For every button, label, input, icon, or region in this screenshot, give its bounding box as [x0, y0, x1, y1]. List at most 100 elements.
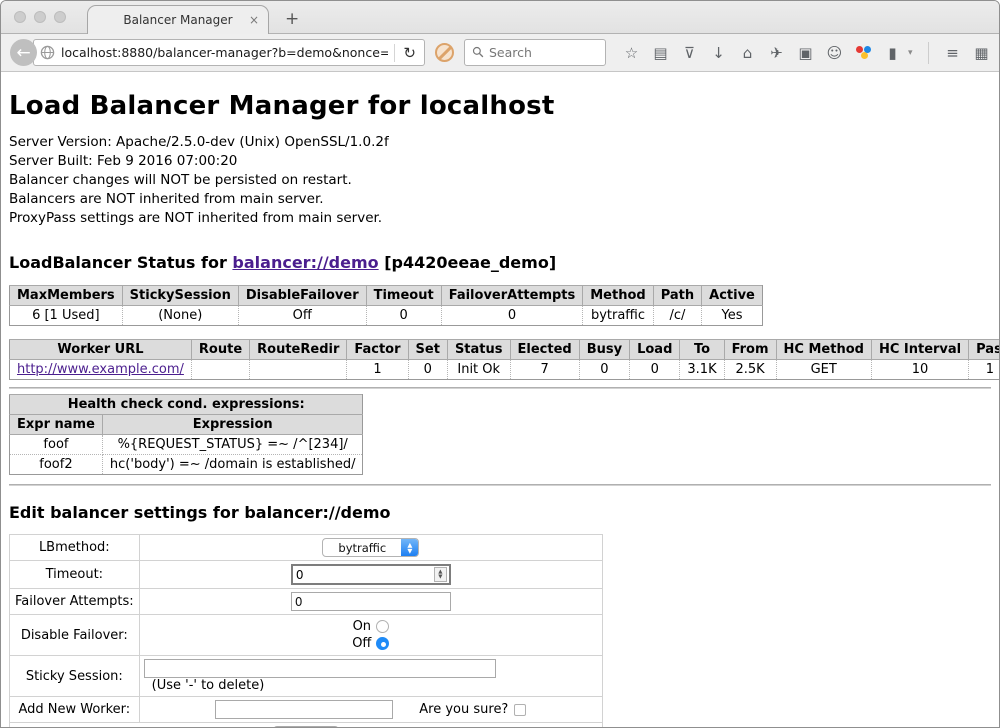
cell-expr-name: foof2	[10, 455, 103, 475]
cell-to: 3.1K	[680, 360, 724, 380]
table-header-row: Worker URL Route RouteRedir Factor Set S…	[10, 340, 1000, 360]
lbmethod-label: LBmethod:	[10, 535, 140, 561]
cell-busy: 0	[579, 360, 629, 380]
table-row: foof %{REQUEST_STATUS} =~ /^[234]/	[10, 435, 363, 455]
lbmethod-select[interactable]: bytraffic ▲▼	[322, 538, 419, 557]
loadbalancer-status-heading: LoadBalancer Status for balancer://demo …	[9, 253, 991, 272]
failover-attempts-input[interactable]	[291, 592, 451, 611]
window-close-button[interactable]	[14, 11, 26, 23]
col-load: Load	[630, 340, 680, 360]
url-input[interactable]: localhost:8880/balancer-manager?b=demo&n…	[61, 45, 388, 60]
disable-failover-on-radio[interactable]	[376, 620, 389, 633]
are-you-sure-checkbox[interactable]	[514, 704, 526, 716]
extension-colored-dots-icon[interactable]	[850, 44, 877, 62]
chat-icon[interactable]: ☺	[821, 44, 848, 62]
worker-url-link[interactable]: http://www.example.com/	[17, 362, 184, 377]
balancer-status-table: MaxMembers StickySession DisableFailover…	[9, 285, 763, 326]
save-to-device-icon[interactable]: ▣	[792, 44, 819, 62]
section-divider	[9, 484, 991, 486]
server-info: Server Version: Apache/2.5.0-dev (Unix) …	[9, 133, 991, 228]
page-title: Load Balancer Manager for localhost	[9, 91, 991, 121]
menu-icon[interactable]: ≡	[939, 44, 966, 62]
col-path: Path	[653, 286, 701, 306]
cell-hc-interval: 10	[871, 360, 968, 380]
col-busy: Busy	[579, 340, 629, 360]
col-expr-name: Expr name	[10, 415, 103, 435]
sticky-session-label: Sticky Session:	[10, 656, 140, 697]
col-expression: Expression	[102, 415, 363, 435]
disable-failover-off-radio[interactable]	[376, 637, 389, 650]
form-row-lbmethod: LBmethod: bytraffic ▲▼	[10, 535, 603, 561]
balancer-demo-link[interactable]: balancer://demo	[232, 253, 378, 272]
grid-extension-icon[interactable]: ▦	[968, 44, 995, 62]
failover-attempts-label: Failover Attempts:	[10, 589, 140, 615]
reload-icon[interactable]: ↻	[401, 44, 418, 62]
lbmethod-selected-value: bytraffic	[323, 539, 401, 556]
col-routeredir: RouteRedir	[250, 340, 347, 360]
globe-icon	[40, 45, 55, 60]
sticky-session-note: (Use '-' to delete)	[152, 678, 265, 693]
sticky-session-input[interactable]	[144, 659, 496, 678]
bookmark-star-icon[interactable]: ☆	[618, 44, 645, 62]
timeout-input[interactable]: 0 ▲▼	[291, 564, 451, 585]
form-row-submit: Submit	[10, 723, 603, 728]
url-bar[interactable]: localhost:8880/balancer-manager?b=demo&n…	[33, 39, 425, 66]
table-header-row: Expr name Expression	[10, 415, 363, 435]
send-tab-icon[interactable]: ✈	[763, 44, 790, 62]
form-row-sticky-session: Sticky Session: (Use '-' to delete)	[10, 656, 603, 697]
overflow-caret-icon[interactable]: ▾	[908, 48, 918, 58]
number-stepper-icon[interactable]: ▲▼	[434, 567, 447, 582]
window-minimize-button[interactable]	[34, 11, 46, 23]
cell-timeout: 0	[366, 306, 441, 326]
window-controls[interactable]	[14, 11, 66, 23]
col-to: To	[680, 340, 724, 360]
cell-load: 0	[630, 360, 680, 380]
timeout-value: 0	[293, 568, 434, 582]
edit-settings-heading: Edit balancer settings for balancer://de…	[9, 503, 991, 522]
window-zoom-button[interactable]	[54, 11, 66, 23]
tab-close-icon[interactable]: ×	[249, 13, 259, 27]
table-row: 6 [1 Used] (None) Off 0 0 bytraffic /c/ …	[10, 306, 763, 326]
select-arrows-icon: ▲▼	[401, 539, 418, 556]
pocket-icon[interactable]: ⊽	[676, 44, 703, 62]
browser-window: Balancer Manager × + ← localhost:8880/ba…	[0, 0, 1000, 728]
search-bar[interactable]: Search	[464, 39, 606, 66]
col-set: Set	[408, 340, 447, 360]
back-button[interactable]: ←	[10, 39, 37, 66]
cell-status: Init Ok	[447, 360, 510, 380]
notice-line: ProxyPass settings are NOT inherited fro…	[9, 209, 991, 228]
cell-stickysession: (None)	[122, 306, 238, 326]
home-icon[interactable]: ⌂	[734, 44, 761, 62]
timeout-label: Timeout:	[10, 561, 140, 589]
on-radio-label: On	[353, 619, 371, 634]
downloads-icon[interactable]: ↓	[705, 44, 732, 62]
cell-worker-url: http://www.example.com/	[10, 360, 192, 380]
col-passes: Passes	[969, 340, 999, 360]
table-header-row: MaxMembers StickySession DisableFailover…	[10, 286, 763, 306]
search-icon	[472, 43, 484, 62]
table-title-row: Health check cond. expressions:	[10, 395, 363, 415]
cell-expr-name: foof	[10, 435, 103, 455]
cell-route	[191, 360, 249, 380]
col-active: Active	[702, 286, 763, 306]
tab-balancer-manager[interactable]: Balancer Manager ×	[87, 5, 269, 34]
cell-from: 2.5K	[724, 360, 776, 380]
toolbar-divider	[928, 42, 929, 64]
col-factor: Factor	[347, 340, 408, 360]
health-table-title: Health check cond. expressions:	[10, 395, 363, 415]
add-worker-input[interactable]	[215, 700, 393, 719]
notice-line: Balancers are NOT inherited from main se…	[9, 190, 991, 209]
reading-list-icon[interactable]: ▤	[647, 44, 674, 62]
cell-maxmembers: 6 [1 Used]	[10, 306, 123, 326]
cell-set: 0	[408, 360, 447, 380]
battery-extension-icon[interactable]: ▮	[879, 44, 906, 62]
cell-disablefailover: Off	[238, 306, 366, 326]
health-check-table: Health check cond. expressions: Expr nam…	[9, 394, 363, 475]
content-blocked-icon[interactable]	[435, 43, 454, 62]
search-input[interactable]: Search	[489, 45, 532, 60]
col-disablefailover: DisableFailover	[238, 286, 366, 306]
new-tab-button[interactable]: +	[285, 9, 299, 29]
table-row: http://www.example.com/ 1 0 Init Ok 7 0 …	[10, 360, 1000, 380]
balancer-settings-form: LBmethod: bytraffic ▲▼ Timeout: 0 ▲▼	[9, 534, 603, 728]
col-worker-url: Worker URL	[10, 340, 192, 360]
